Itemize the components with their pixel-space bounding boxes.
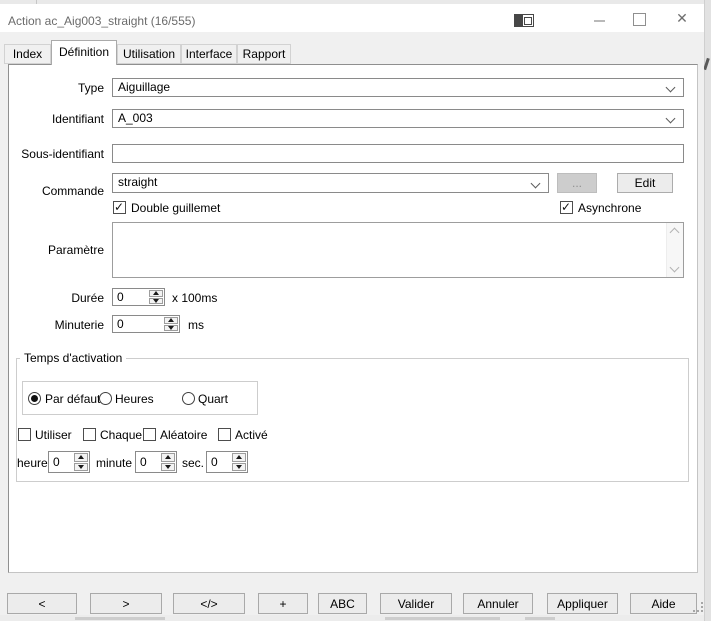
appliquer-button[interactable]: Appliquer <box>547 593 618 614</box>
minuterie-spinner[interactable]: 0 <box>112 315 180 333</box>
sous-identifiant-input[interactable] <box>112 144 684 163</box>
code-button[interactable]: </> <box>173 593 245 614</box>
tab-definition[interactable]: Définition <box>51 40 117 65</box>
type-combobox[interactable]: Aiguillage <box>112 78 684 97</box>
commande-label: Commande <box>8 184 104 198</box>
minimize-icon <box>594 20 605 22</box>
tab-utilisation[interactable]: Utilisation <box>117 44 181 64</box>
type-value: Aiguillage <box>118 80 170 94</box>
tab-index[interactable]: Index <box>4 44 51 64</box>
background-window-right-strip <box>704 0 711 621</box>
heure-spinner[interactable]: 0 <box>48 451 90 473</box>
heure-spin-up[interactable] <box>74 453 88 462</box>
duree-spinner[interactable]: 0 <box>112 288 165 306</box>
minute-spinner[interactable]: 0 <box>135 451 177 473</box>
sec-spinner[interactable]: 0 <box>206 451 248 473</box>
utiliser-label[interactable]: Utiliser <box>35 428 72 442</box>
asynchrone-checkbox[interactable] <box>560 201 573 214</box>
minute-label: minute <box>96 456 132 470</box>
aleatoire-checkbox[interactable] <box>143 428 156 441</box>
aleatoire-label[interactable]: Aléatoire <box>160 428 207 442</box>
valider-button[interactable]: Valider <box>380 593 452 614</box>
sec-spin-down[interactable] <box>232 463 246 472</box>
activation-group-title: Temps d'activation <box>20 351 126 365</box>
active-label[interactable]: Activé <box>235 428 268 442</box>
active-checkbox[interactable] <box>218 428 231 441</box>
background-remnant <box>75 617 165 620</box>
add-button[interactable]: + <box>258 593 308 614</box>
minimize-button[interactable] <box>588 8 610 26</box>
edit-button[interactable]: Edit <box>617 173 673 193</box>
window-title: Action ac_Aig003_straight (16/555) <box>8 14 195 28</box>
radio-quart[interactable] <box>182 392 195 405</box>
duree-value: 0 <box>117 290 124 304</box>
minuterie-value: 0 <box>117 317 124 331</box>
chaque-label[interactable]: Chaque <box>100 428 142 442</box>
scroll-down-icon <box>670 263 680 273</box>
heure-value: 0 <box>53 455 60 469</box>
window-layout-icon-sub <box>524 17 532 25</box>
parametre-textarea[interactable] <box>112 222 684 278</box>
parametre-label: Paramètre <box>8 243 104 257</box>
radio-heures[interactable] <box>99 392 112 405</box>
radio-quart-label[interactable]: Quart <box>198 392 228 406</box>
commande-value: straight <box>118 175 157 189</box>
tab-rapport[interactable]: Rapport <box>237 44 291 64</box>
scroll-up-icon <box>670 228 680 238</box>
identifiant-combobox[interactable]: A_003 <box>112 109 684 128</box>
abc-button[interactable]: ABC <box>318 593 367 614</box>
radio-heures-label[interactable]: Heures <box>115 392 154 406</box>
asynchrone-label[interactable]: Asynchrone <box>578 201 641 215</box>
sec-label: sec. <box>182 456 204 470</box>
sous-identifiant-label: Sous-identifiant <box>8 147 104 161</box>
sec-spin-up[interactable] <box>232 453 246 462</box>
heure-label: heure <box>17 456 48 470</box>
minute-value: 0 <box>140 455 147 469</box>
type-label: Type <box>8 81 104 95</box>
background-remnant <box>385 617 500 620</box>
window-layout-icon[interactable] <box>514 14 534 27</box>
minute-spin-up[interactable] <box>161 453 175 462</box>
chevron-down-icon <box>666 83 676 93</box>
chaque-checkbox[interactable] <box>83 428 96 441</box>
double-guillemet-label[interactable]: Double guillemet <box>131 201 220 215</box>
minuterie-unit: ms <box>188 318 204 332</box>
duree-unit: x 100ms <box>172 291 217 305</box>
double-guillemet-checkbox[interactable] <box>113 201 126 214</box>
sec-value: 0 <box>211 455 218 469</box>
close-button[interactable]: ✕ <box>670 8 694 28</box>
minuterie-label: Minuterie <box>8 318 104 332</box>
prev-button[interactable]: < <box>7 593 77 614</box>
radio-par-defaut-label[interactable]: Par défaut <box>45 392 100 406</box>
minuterie-spin-up[interactable] <box>164 317 178 324</box>
aide-button[interactable]: Aide <box>630 593 697 614</box>
minuterie-spin-down[interactable] <box>164 325 178 332</box>
identifiant-label: Identifiant <box>8 112 104 126</box>
next-button[interactable]: > <box>90 593 162 614</box>
duree-label: Durée <box>8 291 104 305</box>
heure-spin-down[interactable] <box>74 463 88 472</box>
identifiant-value: A_003 <box>118 111 153 125</box>
chevron-down-icon <box>531 179 541 189</box>
minute-spin-down[interactable] <box>161 463 175 472</box>
duree-spin-down[interactable] <box>149 298 163 305</box>
duree-spin-up[interactable] <box>149 290 163 297</box>
maximize-icon <box>633 13 646 26</box>
utiliser-checkbox[interactable] <box>18 428 31 441</box>
window-layout-icon-fill <box>515 15 523 26</box>
radio-par-defaut[interactable] <box>28 392 41 405</box>
commande-combobox[interactable]: straight <box>112 173 549 193</box>
annuler-button[interactable]: Annuler <box>463 593 533 614</box>
vertical-scrollbar[interactable] <box>666 223 683 277</box>
resize-grip[interactable] <box>693 602 705 612</box>
screen: Action ac_Aig003_straight (16/555) ✕ Ind… <box>0 0 711 621</box>
tab-interface[interactable]: Interface <box>181 44 237 64</box>
chevron-down-icon <box>666 114 676 124</box>
background-remnant <box>525 617 555 620</box>
browse-button[interactable]: ... <box>557 173 597 193</box>
